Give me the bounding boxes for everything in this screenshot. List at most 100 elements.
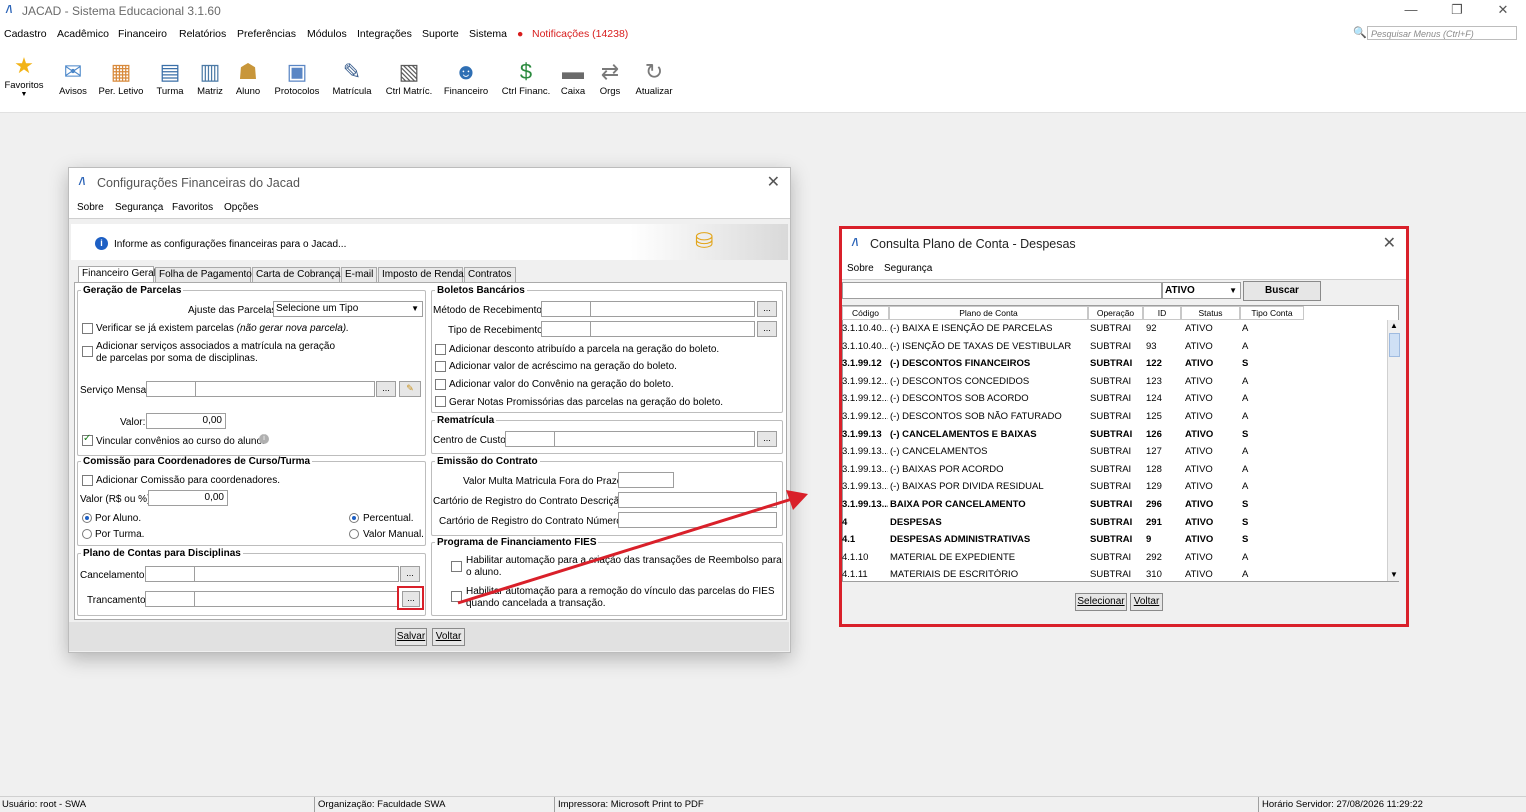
buscar-button[interactable]: Buscar bbox=[1243, 281, 1321, 301]
menu-integracoes[interactable]: Integrações bbox=[357, 28, 412, 40]
tab-imposto-renda[interactable]: Imposto de Renda bbox=[378, 267, 464, 282]
tab-financeiro-geral[interactable]: Financeiro Geral bbox=[78, 266, 156, 283]
config-menu-seguranca[interactable]: Segurança bbox=[115, 202, 163, 213]
tab-contratos[interactable]: Contratos bbox=[464, 267, 516, 282]
scroll-thumb[interactable] bbox=[1389, 333, 1400, 357]
metodo-code-input[interactable] bbox=[541, 301, 591, 317]
menu-preferencias[interactable]: Preferências bbox=[237, 28, 296, 40]
toolbar-button-5[interactable]: ▥ Matriz bbox=[194, 60, 226, 98]
config-close-icon[interactable]: ✕ bbox=[767, 172, 780, 192]
cell-plano: (-) DESCONTOS SOB ACORDO bbox=[890, 393, 1029, 405]
favoritos-dropdown-icon[interactable]: ▼ bbox=[4, 91, 44, 98]
toolbar-button-6[interactable]: ☗ Aluno bbox=[233, 60, 263, 98]
convenio-checkbox[interactable] bbox=[435, 379, 446, 390]
toolbar-button-4[interactable]: ▤ Turma bbox=[154, 60, 186, 98]
menu-modulos[interactable]: Módulos bbox=[307, 28, 347, 40]
scroll-up-icon[interactable]: ▲ bbox=[1390, 321, 1398, 330]
toolbar-button-14[interactable]: ↻ Atualizar bbox=[633, 60, 675, 98]
tab-folha-pagamento[interactable]: Folha de Pagamento bbox=[155, 267, 252, 282]
servico-mensal-desc-input[interactable] bbox=[195, 381, 375, 397]
toolbar-button-2[interactable]: ✉ Avisos bbox=[57, 60, 89, 98]
cancelamento-desc-input[interactable] bbox=[194, 566, 399, 582]
col-tipo[interactable]: Tipo Conta bbox=[1240, 306, 1304, 320]
centro-custo-code-input[interactable] bbox=[505, 431, 555, 447]
tipo-desc-input[interactable] bbox=[590, 321, 755, 337]
scroll-down-icon[interactable]: ▼ bbox=[1390, 570, 1398, 579]
toolbar-button-1[interactable]: ★ Favoritos ▼ bbox=[4, 54, 44, 99]
edit-pencil-icon[interactable]: ✎ bbox=[399, 381, 421, 397]
servico-mensal-code-input[interactable] bbox=[146, 381, 196, 397]
vincular-checkbox[interactable] bbox=[82, 433, 93, 446]
toolbar-button-10[interactable]: ☻ Financeiro bbox=[443, 60, 489, 98]
toolbar-button-11[interactable]: $ Ctrl Financ. bbox=[500, 60, 552, 98]
col-codigo[interactable]: Código bbox=[842, 306, 889, 320]
tab-email[interactable]: E-mail bbox=[341, 267, 377, 282]
col-plano[interactable]: Plano de Conta bbox=[889, 306, 1088, 320]
menu-academico[interactable]: Acadêmico bbox=[57, 28, 109, 40]
centro-custo-lookup-button[interactable]: ... bbox=[757, 431, 777, 447]
toolbar-button-9[interactable]: ▧ Ctrl Matríc. bbox=[383, 60, 435, 98]
tipo-lookup-button[interactable]: ... bbox=[757, 321, 777, 337]
consulta-menubar: Sobre Segurança bbox=[842, 257, 1406, 280]
promissorias-checkbox[interactable] bbox=[435, 396, 446, 407]
tipo-code-input[interactable] bbox=[541, 321, 591, 337]
toolbar-button-7[interactable]: ▣ Protocolos bbox=[272, 60, 322, 98]
por-turma-radio[interactable] bbox=[82, 529, 92, 539]
menu-search-input[interactable]: Pesquisar Menus (Ctrl+F) bbox=[1367, 26, 1517, 40]
verificar-checkbox[interactable] bbox=[82, 323, 93, 334]
help-icon[interactable]: i bbox=[259, 434, 269, 444]
config-menu-sobre[interactable]: Sobre bbox=[77, 202, 104, 213]
percentual-radio[interactable] bbox=[349, 513, 359, 523]
menu-financeiro[interactable]: Financeiro bbox=[118, 28, 167, 40]
cancelamento-code-input[interactable] bbox=[145, 566, 195, 582]
config-menu-opcoes[interactable]: Opções bbox=[224, 202, 258, 213]
comissao-checkbox[interactable] bbox=[82, 475, 93, 486]
menu-suporte[interactable]: Suporte bbox=[422, 28, 459, 40]
toolbar-button-3[interactable]: ▦ Per. Letivo bbox=[97, 60, 145, 98]
valor-input[interactable]: 0,00 bbox=[146, 413, 226, 429]
toolbar-button-12[interactable]: ▬ Caixa bbox=[560, 60, 586, 98]
col-id[interactable]: ID bbox=[1143, 306, 1181, 320]
tab-carta-cobranca[interactable]: Carta de Cobrança bbox=[252, 267, 341, 282]
close-icon[interactable]: ✕ bbox=[1480, 0, 1526, 22]
centro-custo-desc-input[interactable] bbox=[554, 431, 755, 447]
consulta-close-icon[interactable]: ✕ bbox=[1383, 233, 1396, 253]
valor-manual-radio[interactable] bbox=[349, 529, 359, 539]
status-filter-select[interactable]: ATIVO ▼ bbox=[1162, 282, 1241, 299]
menu-relatorios[interactable]: Relatórios bbox=[179, 28, 226, 40]
acrescimo-checkbox[interactable] bbox=[435, 361, 446, 372]
trancamento-label: Trancamento: bbox=[87, 595, 149, 606]
cell-codigo: 3.1.99.13.... bbox=[842, 463, 888, 475]
selecionar-button[interactable]: Selecionar bbox=[1075, 593, 1127, 611]
ajuste-select[interactable]: Selecione um Tipo ▼ bbox=[273, 301, 423, 317]
grid-scrollbar[interactable]: ▲ ▼ bbox=[1387, 320, 1400, 581]
boletos-legend: Boletos Bancários bbox=[437, 285, 525, 296]
trancamento-desc-input[interactable] bbox=[194, 591, 399, 607]
por-aluno-radio[interactable] bbox=[82, 513, 92, 523]
salvar-button[interactable]: Salvar bbox=[395, 628, 427, 646]
trancamento-code-input[interactable] bbox=[145, 591, 195, 607]
status-separator bbox=[554, 797, 555, 812]
consulta-menu-sobre[interactable]: Sobre bbox=[847, 263, 874, 274]
voltar-button[interactable]: Voltar bbox=[432, 628, 465, 646]
col-status[interactable]: Status bbox=[1181, 306, 1240, 320]
toolbar-button-8[interactable]: ✎ Matrícula bbox=[331, 60, 373, 98]
servico-mensal-lookup-button[interactable]: ... bbox=[376, 381, 396, 397]
menu-sistema[interactable]: Sistema bbox=[469, 28, 507, 40]
menu-notificacoes[interactable]: Notificações (14238) bbox=[532, 28, 628, 40]
consulta-search-input[interactable] bbox=[842, 282, 1162, 299]
metodo-desc-input[interactable] bbox=[590, 301, 755, 317]
cancelamento-lookup-button[interactable]: ... bbox=[400, 566, 420, 582]
minimize-icon[interactable]: — bbox=[1388, 0, 1434, 22]
comissao-valor-input[interactable]: 0,00 bbox=[148, 490, 228, 506]
restore-icon[interactable]: ❐ bbox=[1434, 0, 1480, 22]
adicionar-servicos-checkbox[interactable] bbox=[82, 346, 93, 357]
col-operacao[interactable]: Operação bbox=[1088, 306, 1143, 320]
metodo-lookup-button[interactable]: ... bbox=[757, 301, 777, 317]
consulta-menu-seguranca[interactable]: Segurança bbox=[884, 263, 932, 274]
desconto-checkbox[interactable] bbox=[435, 344, 446, 355]
menu-cadastro[interactable]: Cadastro bbox=[4, 28, 47, 40]
toolbar-button-13[interactable]: ⇄ Orgs bbox=[598, 60, 622, 98]
consulta-voltar-button[interactable]: Voltar bbox=[1130, 593, 1163, 611]
config-menu-favoritos[interactable]: Favoritos bbox=[172, 202, 213, 213]
